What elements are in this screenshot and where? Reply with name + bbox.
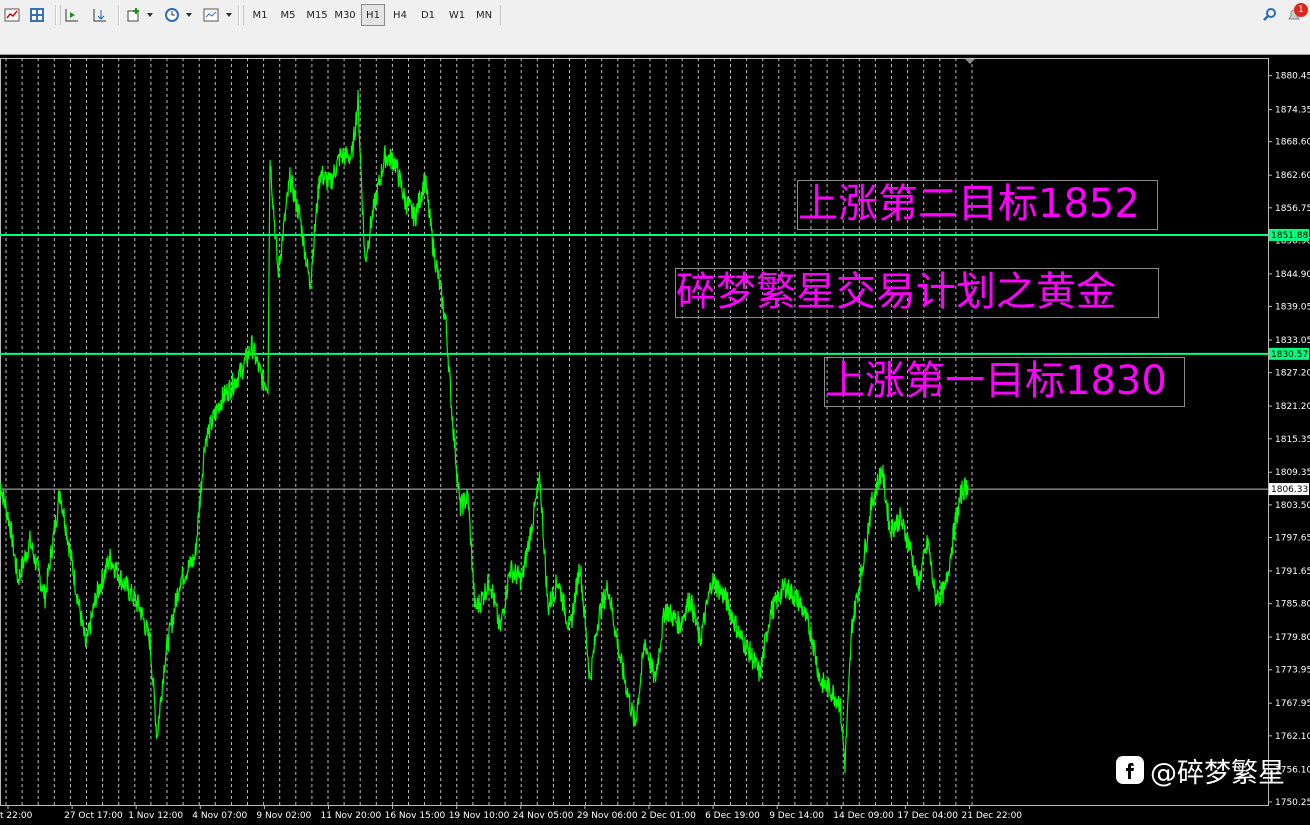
price-tick-label: 1815.35 (1275, 435, 1310, 445)
price-tick-label: 1785.80 (1275, 600, 1310, 610)
time-tick-label: 2 Dec 01:00 (641, 811, 696, 821)
templates-dropdown-icon[interactable] (226, 13, 232, 17)
plot-frame (0, 58, 1269, 806)
watermark: @碎梦繁星 (1116, 752, 1285, 789)
price-tick-label: 1833.05 (1275, 336, 1310, 346)
annotation-plan[interactable]: 碎梦繁星交易计划之黄金 (675, 268, 1159, 318)
time-tick-label: 27 Oct 17:00 (64, 811, 123, 821)
time-tick-label: 4 Nov 07:00 (192, 811, 247, 821)
target-price-label: 1830.57 (1271, 350, 1308, 360)
autoscroll-icon[interactable] (64, 7, 80, 23)
price-tick-label: 1856.75 (1275, 204, 1310, 214)
price-tick-label: 1844.90 (1275, 270, 1310, 280)
chart-shift-icon[interactable] (92, 7, 108, 23)
periodicity-dropdown-icon[interactable] (186, 13, 192, 17)
timeframe-m15-button[interactable]: M15 (303, 4, 331, 26)
price-tick-label: 1773.95 (1275, 666, 1310, 676)
time-tick-label: 19 Nov 10:00 (449, 811, 510, 821)
new-order-icon[interactable] (4, 7, 20, 23)
price-tick-label: 1868.60 (1275, 138, 1310, 148)
profiles-icon[interactable] (29, 7, 45, 23)
time-tick-label: 21 Dec 22:00 (962, 811, 1023, 821)
price-tick-label: 1750.25 (1275, 798, 1310, 808)
price-tick-label: 1762.10 (1275, 732, 1310, 742)
price-tick-label: 1797.65 (1275, 533, 1310, 543)
current-price-label: 1806.33 (1271, 485, 1308, 495)
price-tick-label: 1809.35 (1275, 468, 1310, 478)
search-icon[interactable] (1262, 7, 1278, 23)
time-tick-label: 24 Nov 05:00 (513, 811, 574, 821)
price-tick-label: 1791.65 (1275, 567, 1310, 577)
time-tick-label: 1 Nov 12:00 (128, 811, 183, 821)
indicators-icon[interactable] (126, 7, 142, 23)
periodicity-icon[interactable] (164, 7, 180, 23)
price-tick-label: 1880.45 (1275, 72, 1310, 82)
price-tick-label: 1803.50 (1275, 501, 1310, 511)
facebook-logo-icon (1116, 756, 1144, 784)
price-tick-label: 1821.20 (1275, 402, 1310, 412)
timeframe-h4-button[interactable]: H4 (388, 4, 412, 26)
timeframe-w1-button[interactable]: W1 (444, 4, 470, 26)
price-tick-label: 1767.95 (1275, 699, 1310, 709)
chart-shift-marker (965, 59, 975, 64)
templates-icon[interactable] (203, 7, 219, 23)
price-tick-label: 1874.35 (1275, 106, 1310, 116)
timeframe-m30-button[interactable]: M30 (331, 4, 359, 26)
time-tick-label: 14 Dec 09:00 (833, 811, 894, 821)
timeframe-mn-button[interactable]: MN (471, 4, 497, 26)
time-tick-label: 9 Nov 02:00 (256, 811, 311, 821)
timeframe-h1-button[interactable]: H1 (361, 4, 385, 26)
toolbar: M1 M5 M15 M30 H1 H4 D1 W1 MN 1 (0, 0, 1310, 55)
time-tick-label: 16 Nov 15:00 (385, 811, 446, 821)
time-tick-label: 9 Dec 14:00 (769, 811, 824, 821)
timeframe-d1-button[interactable]: D1 (416, 4, 440, 26)
price-chart[interactable]: t 22:00 27 Oct 17:00 1 Nov 12:00 4 Nov 07:0… (0, 56, 1310, 821)
annotation-target1[interactable]: 上涨第一目标1830 (824, 357, 1185, 407)
time-tick-label: t 22:00 (0, 811, 33, 821)
notification-badge: 1 (1294, 3, 1308, 17)
price-tick-label: 1862.60 (1275, 171, 1310, 181)
timeframe-m1-button[interactable]: M1 (248, 4, 272, 26)
time-tick-label: 6 Dec 19:00 (705, 811, 760, 821)
time-tick-label: 11 Nov 20:00 (321, 811, 382, 821)
time-tick-label: 29 Nov 06:00 (577, 811, 638, 821)
price-tick-label: 1779.80 (1275, 633, 1310, 643)
indicators-dropdown-icon[interactable] (147, 13, 153, 17)
chart-canvas[interactable]: t 22:00 27 Oct 17:00 1 Nov 12:00 4 Nov 07:0… (0, 56, 1310, 821)
timeframe-m5-button[interactable]: M5 (276, 4, 300, 26)
price-tick-label: 1827.20 (1275, 369, 1310, 379)
price-tick-label: 1839.05 (1275, 303, 1310, 313)
watermark-text: @碎梦繁星 (1150, 757, 1285, 789)
target-price-label: 1851.88 (1271, 231, 1308, 241)
annotation-target2[interactable]: 上涨第二目标1852 (797, 180, 1158, 230)
time-tick-label: 17 Dec 04:00 (897, 811, 958, 821)
